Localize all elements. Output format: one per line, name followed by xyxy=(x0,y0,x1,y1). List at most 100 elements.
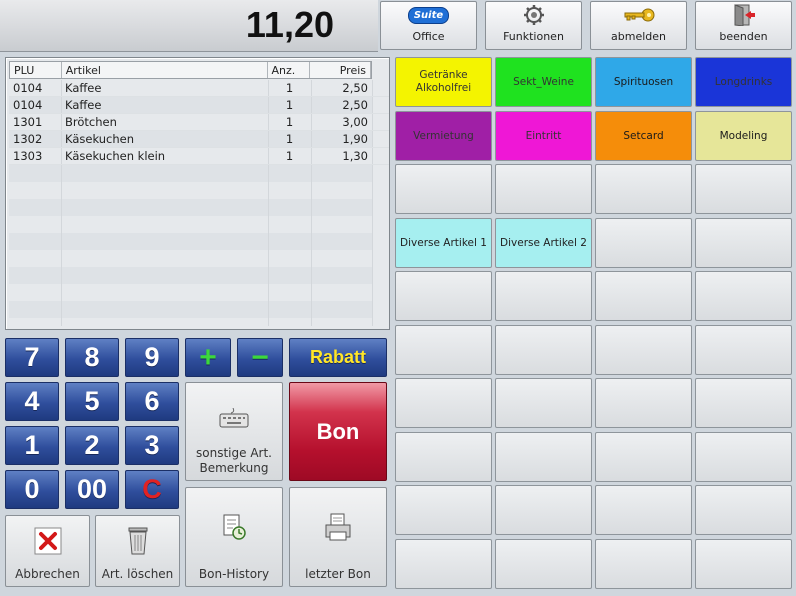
abmelden-button[interactable]: abmelden xyxy=(590,1,687,50)
bon-history-label: Bon-History xyxy=(198,567,270,581)
table-row[interactable]: 1302 Käsekuchen 1 1,90 xyxy=(9,131,389,148)
key-4-button[interactable]: 4 xyxy=(5,382,59,421)
empty-slot-button[interactable] xyxy=(695,325,792,375)
empty-slot-button[interactable] xyxy=(695,271,792,321)
empty-slot-button[interactable] xyxy=(595,218,692,268)
empty-slot-button[interactable] xyxy=(595,378,692,428)
funktionen-label: Funktionen xyxy=(503,30,564,43)
sonstige-artikel-button[interactable]: sonstige Art. Bemerkung xyxy=(185,382,283,481)
article-button[interactable]: Diverse Artikel 1 xyxy=(395,218,492,268)
bon-button[interactable]: Bon xyxy=(289,382,387,481)
key-00-button[interactable]: 00 xyxy=(65,470,119,509)
letzter-bon-button[interactable]: letzter Bon xyxy=(289,487,387,587)
abmelden-label: abmelden xyxy=(611,30,666,43)
clear-button[interactable]: C xyxy=(125,470,179,509)
total-display: 11,20 xyxy=(0,0,378,52)
empty-slot-button[interactable] xyxy=(595,271,692,321)
row-plu: 1303 xyxy=(13,149,43,163)
empty-slot-button[interactable] xyxy=(395,325,492,375)
table-row[interactable]: 0104 Kaffee 1 2,50 xyxy=(9,97,389,114)
beenden-button[interactable]: beenden xyxy=(695,1,792,50)
empty-slot-button[interactable] xyxy=(495,432,592,482)
table-row[interactable]: 1301 Brötchen 1 3,00 xyxy=(9,114,389,131)
category-button[interactable]: Spirituosen xyxy=(595,57,692,107)
empty-slot-button[interactable] xyxy=(395,539,492,589)
row-plu: 0104 xyxy=(13,98,43,112)
category-button[interactable]: Eintritt xyxy=(495,111,592,161)
empty-slot-button[interactable] xyxy=(395,271,492,321)
key-5-button[interactable]: 5 xyxy=(65,382,119,421)
row-plu: 1302 xyxy=(13,132,43,146)
empty-slot-button[interactable] xyxy=(695,378,792,428)
exit-door-icon xyxy=(732,4,756,26)
empty-slot-button[interactable] xyxy=(595,164,692,214)
header-preis: Preis xyxy=(310,62,371,78)
cancel-x-icon xyxy=(34,527,62,559)
gear-icon xyxy=(523,4,545,26)
row-anz: 1 xyxy=(285,81,294,95)
category-button[interactable]: Sekt_Weine xyxy=(495,57,592,107)
empty-slot-button[interactable] xyxy=(395,485,492,535)
empty-slot-button[interactable] xyxy=(395,164,492,214)
empty-slot-button[interactable] xyxy=(495,271,592,321)
category-button[interactable]: Getränke Alkoholfrei xyxy=(395,57,492,107)
key-6-button[interactable]: 6 xyxy=(125,382,179,421)
empty-slot-button[interactable] xyxy=(495,539,592,589)
empty-slot-button[interactable] xyxy=(695,432,792,482)
table-row[interactable]: 1303 Käsekuchen klein 1 1,30 xyxy=(9,148,389,165)
abbrechen-button[interactable]: Abbrechen xyxy=(5,515,90,587)
office-button[interactable]: Suite Office xyxy=(380,1,477,50)
key-icon xyxy=(622,4,656,26)
category-button[interactable]: Vermietung xyxy=(395,111,492,161)
article-button[interactable]: Diverse Artikel 2 xyxy=(495,218,592,268)
empty-slot-button[interactable] xyxy=(395,432,492,482)
suite-logo-icon: Suite xyxy=(407,4,450,26)
empty-slot-button[interactable] xyxy=(695,164,792,214)
empty-slot-button[interactable] xyxy=(495,325,592,375)
header-anz: Anz. xyxy=(268,62,311,78)
sonstige-label-1: sonstige Art. xyxy=(196,446,272,460)
empty-slot-button[interactable] xyxy=(495,164,592,214)
row-anz: 1 xyxy=(285,132,294,146)
empty-slot-button[interactable] xyxy=(395,378,492,428)
abbrechen-label: Abbrechen xyxy=(15,567,80,581)
empty-slot-button[interactable] xyxy=(495,485,592,535)
artikel-loeschen-button[interactable]: Art. löschen xyxy=(95,515,180,587)
key-8-button[interactable]: 8 xyxy=(65,338,119,377)
plus-button[interactable]: + xyxy=(185,338,231,377)
category-button[interactable]: Setcard xyxy=(595,111,692,161)
row-anz: 1 xyxy=(285,98,294,112)
row-preis: 1,30 xyxy=(342,149,368,163)
office-label: Office xyxy=(412,30,445,43)
total-amount: 11,20 xyxy=(245,4,334,45)
empty-slot-button[interactable] xyxy=(595,539,692,589)
empty-slot-button[interactable] xyxy=(695,218,792,268)
beenden-label: beenden xyxy=(719,30,768,43)
header-artikel: Artikel xyxy=(62,62,268,78)
funktionen-button[interactable]: Funktionen xyxy=(485,1,582,50)
empty-slot-button[interactable] xyxy=(595,325,692,375)
key-9-button[interactable]: 9 xyxy=(125,338,179,377)
key-2-button[interactable]: 2 xyxy=(65,426,119,465)
receipt-list[interactable]: PLU Artikel Anz. Preis 0104 Kaffee 1 2,5… xyxy=(5,57,390,330)
bon-history-button[interactable]: Bon-History xyxy=(185,487,283,587)
trash-icon xyxy=(125,525,151,559)
key-1-button[interactable]: 1 xyxy=(5,426,59,465)
table-row[interactable]: 0104 Kaffee 1 2,50 xyxy=(9,80,389,97)
empty-slot-button[interactable] xyxy=(695,539,792,589)
key-7-button[interactable]: 7 xyxy=(5,338,59,377)
category-button[interactable]: Modeling xyxy=(695,111,792,161)
empty-slot-button[interactable] xyxy=(595,485,692,535)
receipt-header: PLU Artikel Anz. Preis xyxy=(9,61,372,79)
receipt-history-icon xyxy=(221,513,247,545)
minus-button[interactable]: − xyxy=(237,338,283,377)
rabatt-button[interactable]: Rabatt xyxy=(289,338,387,377)
key-3-button[interactable]: 3 xyxy=(125,426,179,465)
empty-slot-button[interactable] xyxy=(595,432,692,482)
row-preis: 2,50 xyxy=(342,98,368,112)
category-button[interactable]: Longdrinks xyxy=(695,57,792,107)
key-0-button[interactable]: 0 xyxy=(5,470,59,509)
empty-slot-button[interactable] xyxy=(695,485,792,535)
empty-slot-button[interactable] xyxy=(495,378,592,428)
row-preis: 2,50 xyxy=(342,81,368,95)
